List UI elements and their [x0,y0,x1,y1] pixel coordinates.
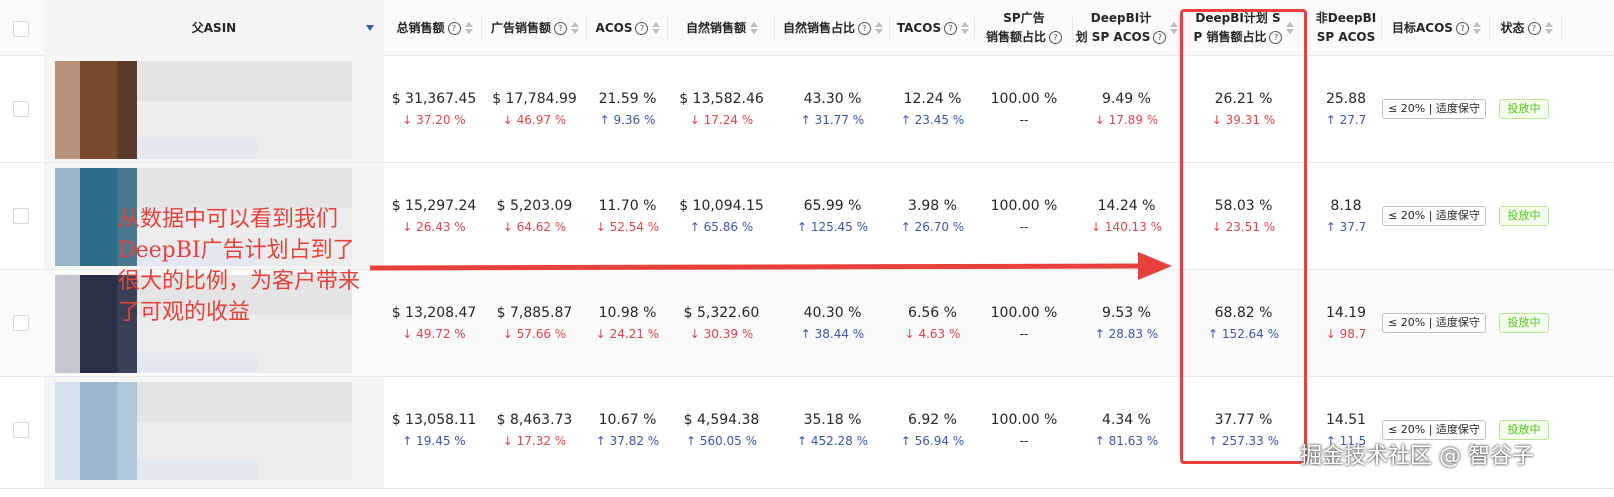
annotation-arrow-icon [369,252,1172,280]
watermark: 掘金技术社区 @ 智谷子 [1300,444,1534,469]
highlight-box [1180,9,1307,464]
